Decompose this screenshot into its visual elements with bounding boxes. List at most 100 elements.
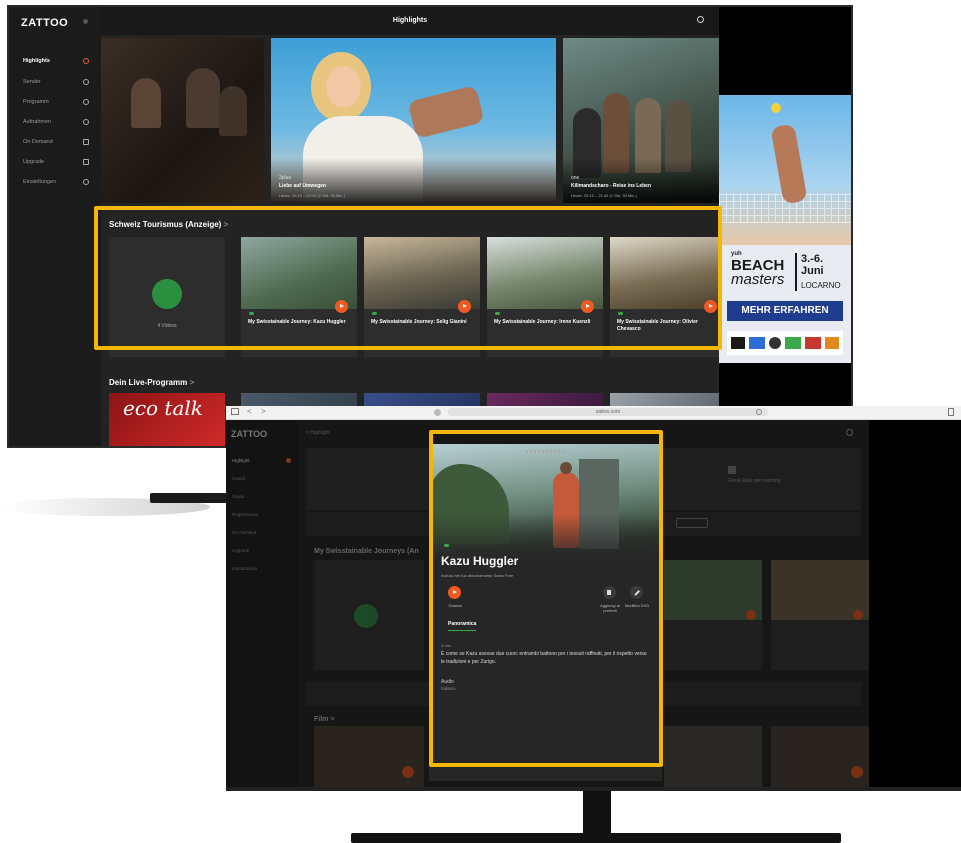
zattoo-logo: ZATTOO <box>21 17 69 29</box>
hero-title: Kilimandscharo - Reise ins Leben <box>571 183 652 189</box>
reload-icon[interactable] <box>756 409 762 415</box>
on-demand-icon <box>83 139 89 145</box>
hero-card[interactable] <box>101 38 264 203</box>
right-blank <box>869 420 961 787</box>
sponsor-logo <box>749 337 765 349</box>
sidebar: ZATTOO Highlight Canali Guida Registrazi… <box>226 420 298 787</box>
sidebar-item[interactable]: Registrazioni <box>232 512 258 517</box>
monitor-bezel <box>226 787 961 791</box>
hero-meta: Heute, 20:15 – 22:10 (2 Std. 35 Min.) <box>279 193 345 198</box>
search-icon[interactable] <box>697 16 704 23</box>
hero-figure <box>186 68 220 128</box>
sponsor-logo <box>805 337 821 349</box>
hero-meta: Heute, 20:15 – 21:45 (1 Std. 30 Min.) <box>571 193 637 198</box>
sidebar-toggle-icon[interactable] <box>231 408 239 415</box>
share-icon[interactable] <box>948 408 954 416</box>
swisstainable-logo <box>354 604 378 628</box>
sidebar-item[interactable]: Guida <box>232 494 244 499</box>
section-title[interactable]: Dein Live-Programm > <box>109 378 194 387</box>
eco-talk-logo: eco talk <box>123 396 203 420</box>
volleyball-icon <box>771 103 781 113</box>
hero-figure <box>131 78 161 128</box>
sidebar-item-sender[interactable]: Sender <box>23 79 93 85</box>
sponsor-logo <box>785 337 801 349</box>
sidebar-item[interactable]: Upgrade <box>232 548 249 553</box>
monitor-stand-base <box>351 833 841 843</box>
sidebar-item-programm[interactable]: Programm <box>23 99 93 105</box>
sponsor-logo <box>825 337 839 349</box>
live-tile[interactable]: eco talk <box>109 393 225 446</box>
sidebar-item-on-demand[interactable]: On Demand <box>23 139 93 145</box>
sidebar-item[interactable]: Impostazioni <box>232 566 257 571</box>
ad-image <box>719 95 851 245</box>
address-bar[interactable]: zattoo.com <box>448 408 768 416</box>
browser-toolbar: < > zattoo.com <box>226 406 961 420</box>
sidebar: ZATTOO Highlights Sender Programm Aufnah… <box>9 7 101 446</box>
back-icon[interactable]: < <box>247 407 252 416</box>
menu-toggle-icon[interactable] <box>83 19 88 24</box>
ad-event-line2: masters <box>731 271 785 288</box>
settings-icon <box>83 179 89 185</box>
sidebar-item-highlights[interactable]: Highlights <box>23 58 93 64</box>
sidebar-item-einstellungen[interactable]: Einstellungen <box>23 179 93 185</box>
hero-title: Liebe auf Umwegen <box>279 183 326 189</box>
page-title: Highlights <box>392 17 428 24</box>
top-bar: Highlights <box>101 7 719 35</box>
recordings-icon <box>83 119 89 125</box>
ad-divider <box>795 253 797 291</box>
hero-figure <box>219 86 247 136</box>
play-button[interactable] <box>853 610 863 620</box>
guide-icon <box>83 99 89 105</box>
hero-channel: 3plus <box>279 175 291 181</box>
ad-caption: Great Rate per roaming <box>728 478 781 484</box>
highlights-icon <box>286 458 291 463</box>
ad-city: LOCARNO <box>801 281 841 290</box>
forward-icon[interactable]: > <box>261 407 266 416</box>
play-button[interactable] <box>746 610 756 620</box>
hero-card[interactable]: 3plus Liebe auf Umwegen Heute, 20:15 – 2… <box>271 38 556 203</box>
play-button[interactable] <box>851 766 863 778</box>
ad-date: 3.-6. Juni <box>801 253 824 277</box>
highlights-icon <box>83 58 89 64</box>
dim-ad: Great Rate per roaming <box>676 462 861 502</box>
ad-bottom-blank <box>719 363 851 372</box>
sponsor-logo <box>731 337 745 349</box>
sidebar-item-aufnahmen[interactable]: Aufnahmen <box>23 119 93 125</box>
monitor-stand-neck <box>583 791 611 833</box>
hero-channel: one <box>571 175 580 181</box>
breadcrumb[interactable]: < Highlight <box>306 430 330 436</box>
dim-card <box>771 560 869 670</box>
dim-film-card <box>771 726 869 787</box>
ad-logo <box>728 466 736 474</box>
highlight-frame <box>429 430 663 767</box>
search-icon[interactable] <box>846 429 853 436</box>
privacy-icon <box>434 409 441 416</box>
hero-person-face <box>326 66 361 108</box>
ad-banner[interactable]: yuh BEACH masters 3.-6. Juni LOCARNO MEH… <box>719 95 851 372</box>
dim-folder-card <box>314 560 424 670</box>
dim-film-card <box>314 726 424 787</box>
sidebar-item-upgrade[interactable]: Upgrade <box>23 159 93 165</box>
section-title[interactable]: Film > <box>314 716 334 723</box>
sidebar-item[interactable]: On Demand <box>232 530 256 535</box>
upgrade-icon <box>83 159 89 165</box>
hero-boot <box>407 85 485 139</box>
section-title[interactable]: My Swisstainable Journeys (An <box>314 548 419 555</box>
dim-card <box>664 560 762 670</box>
ad-top-blank <box>719 7 851 95</box>
dim-film-card <box>664 726 762 787</box>
play-button[interactable] <box>402 766 414 778</box>
front-monitor: < > zattoo.com ZATTOO Highlight Canali G… <box>226 406 961 791</box>
ad-cta-button[interactable]: MEHR ERFAHREN <box>727 301 843 321</box>
zattoo-logo: ZATTOO <box>231 429 268 439</box>
sidebar-item[interactable]: Canali <box>232 476 245 481</box>
dim-ad-button <box>676 518 708 528</box>
sponsor-logo <box>769 337 781 349</box>
desktop-app: ZATTOO Highlights Sender Programm Aufnah… <box>9 7 851 446</box>
desktop-monitor: ZATTOO Highlights Sender Programm Aufnah… <box>7 5 853 448</box>
sidebar-item[interactable]: Highlight <box>232 458 250 463</box>
highlight-frame <box>94 206 722 350</box>
ad-sponsor-strip <box>727 331 843 355</box>
hero-card[interactable]: one Kilimandscharo - Reise ins Leben Heu… <box>563 38 719 203</box>
front-app: ZATTOO Highlight Canali Guida Registrazi… <box>226 420 961 787</box>
